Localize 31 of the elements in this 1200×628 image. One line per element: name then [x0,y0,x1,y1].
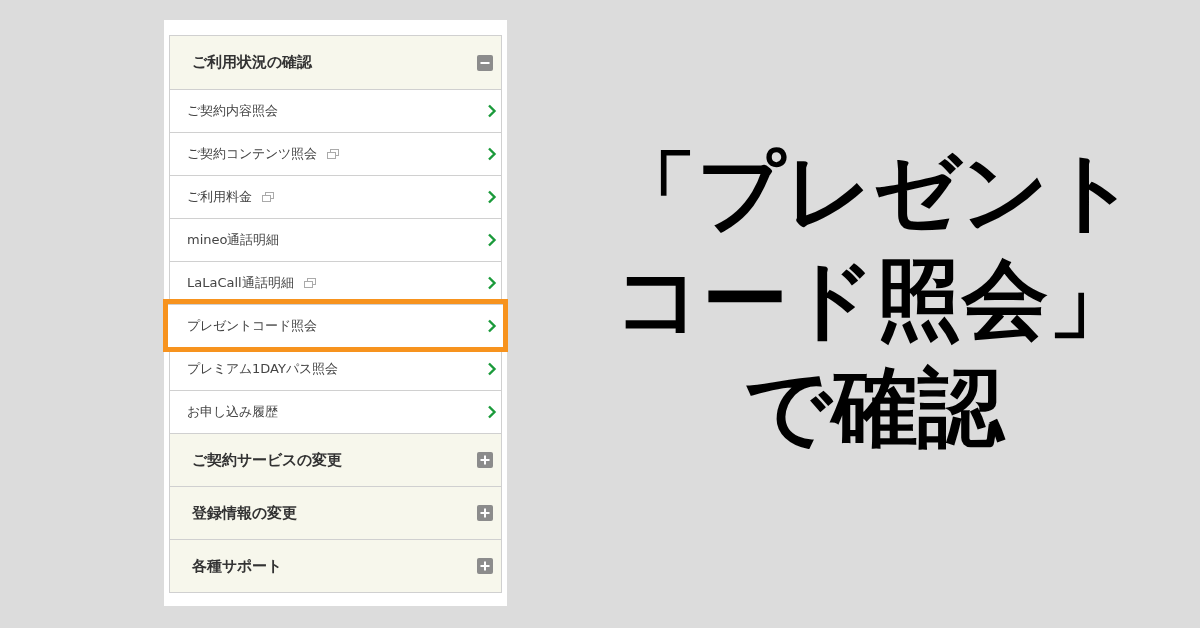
menu-item-label: LaLaCall通話明細 [187,274,294,293]
chevron-right-icon [487,276,497,290]
chevron-right-icon [487,190,497,204]
section-title: 各種サポート [192,555,282,577]
section-title: ご利用状況の確認 [192,52,312,74]
caption-text: 「プレゼント [610,140,1137,243]
menu-item-label: お申し込み履歴 [187,403,278,422]
chevron-right-icon [487,319,497,333]
chevron-right-icon [487,405,497,419]
menu-item-label: ご契約コンテンツ照会 [187,145,317,164]
section-title: 登録情報の変更 [192,502,297,524]
chevron-right-icon [487,147,497,161]
section-title: ご契約サービスの変更 [192,449,342,471]
plus-icon[interactable] [477,558,493,574]
chevron-right-icon [487,233,497,247]
menu-item-label: ご契約内容照会 [187,102,278,121]
caption-text: で確認 [743,356,1004,459]
caption-text: コード照会」 [613,248,1134,351]
menu-item-label: プレゼントコード照会 [187,317,317,336]
menu-item-label: ご利用料金 [187,188,252,207]
plus-icon[interactable] [477,452,493,468]
chevron-right-icon [487,362,497,376]
section-header[interactable]: 各種サポート [170,539,501,592]
menu-item-label: プレミアム1DAYパス照会 [187,360,338,379]
section-header[interactable]: ご契約サービスの変更 [170,433,501,486]
minus-icon[interactable] [477,54,493,71]
menu-item-label: mineo通話明細 [187,231,280,250]
plus-icon[interactable] [477,505,493,521]
section-header[interactable]: 登録情報の変更 [170,486,501,539]
chevron-right-icon [487,104,497,118]
section-header[interactable]: ご利用状況の確認 [170,36,501,89]
